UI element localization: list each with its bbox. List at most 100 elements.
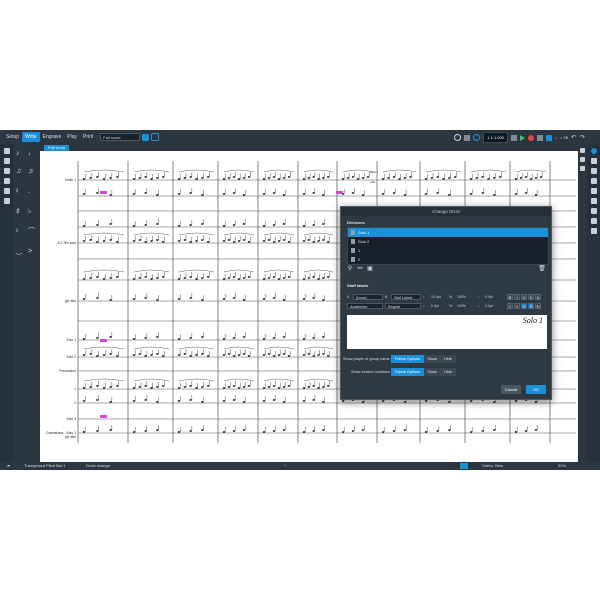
size-value[interactable]: 10.0pt <box>431 294 441 300</box>
bold-icon[interactable]: B <box>507 294 513 300</box>
properties-icon[interactable] <box>590 148 597 154</box>
rest-icon[interactable]: 𝄽 <box>16 188 18 195</box>
bars-icon[interactable] <box>590 228 597 234</box>
font-family-select-2[interactable]: Academico <box>347 303 383 309</box>
power-icon[interactable] <box>473 134 481 141</box>
section-follow-options-button[interactable]: Follow Options <box>391 368 424 376</box>
note-duration-icon[interactable]: ♪ <box>16 150 20 157</box>
ok-button[interactable]: OK <box>526 385 546 394</box>
align-left-icon[interactable]: ≡ <box>507 303 513 309</box>
left-toolbox <box>0 144 13 462</box>
accent-icon[interactable]: > <box>28 248 32 255</box>
holds-icon[interactable] <box>590 218 597 224</box>
select-tool-icon[interactable] <box>3 148 10 154</box>
offset-value[interactable]: 0.0pt <box>485 294 493 300</box>
layout-select[interactable]: Full score <box>100 133 141 141</box>
lock-icon[interactable] <box>3 198 10 204</box>
font-style-select[interactable]: Staff Labels <box>391 294 421 300</box>
note-duration-icon[interactable]: ♩ <box>28 150 35 157</box>
player-follow-options-button[interactable]: Follow Options <box>391 355 424 363</box>
slur-icon[interactable]: ‿ <box>16 248 22 255</box>
note-duration-icon[interactable]: ♫ <box>16 168 21 175</box>
size-value-2[interactable]: 0.0pt <box>431 303 439 309</box>
chord-icon[interactable] <box>3 168 10 174</box>
sharp-icon[interactable]: ♯ <box>16 208 20 215</box>
rewind-icon[interactable] <box>510 134 517 141</box>
insert-icon[interactable] <box>3 188 10 194</box>
natural-icon[interactable]: ♮ <box>16 228 19 235</box>
underline-icon[interactable]: U <box>521 294 527 300</box>
mode-engrave[interactable]: Engrave <box>40 132 65 142</box>
player-show-button[interactable]: Show <box>424 355 440 363</box>
lines-icon[interactable] <box>590 208 597 214</box>
align-right-icon[interactable]: ≡ <box>521 303 527 309</box>
cancel-button[interactable]: Cancel <box>501 385 521 394</box>
undo-icon[interactable]: ↶ <box>571 135 577 141</box>
text-icon[interactable] <box>590 198 597 204</box>
key-icon[interactable] <box>580 148 585 153</box>
section-show-button[interactable]: Show <box>424 368 440 376</box>
mode-play[interactable]: Play <box>64 132 80 142</box>
font-style-select-2[interactable]: Regular <box>385 303 421 309</box>
scale-value-2[interactable]: 100% <box>457 303 466 309</box>
pitch-status[interactable]: Transposed Pitch <box>24 462 55 470</box>
strike-icon[interactable]: S <box>528 294 534 300</box>
chevron-up-icon[interactable]: ^ <box>284 462 286 470</box>
merge-division-icon[interactable]: ▣ <box>366 266 374 273</box>
scale-value[interactable]: 100% <box>457 294 466 300</box>
tie-icon[interactable]: ⌒ <box>28 228 35 235</box>
marquee-icon[interactable] <box>3 178 10 184</box>
division-row[interactable]: 1 <box>348 246 548 255</box>
panels-icon[interactable] <box>142 133 150 141</box>
repeat-icon[interactable] <box>590 178 597 184</box>
add-division-icon[interactable]: ⚲ <box>346 266 354 273</box>
division-row[interactable]: Solo 1 <box>348 228 548 237</box>
tempo-panel-icon[interactable] <box>590 188 597 194</box>
dot-icon[interactable]: . <box>28 188 30 195</box>
record-icon[interactable] <box>527 134 534 141</box>
view-page-icon[interactable] <box>460 463 468 469</box>
ornament-icon[interactable] <box>590 168 597 174</box>
italic-icon[interactable]: I <box>514 294 520 300</box>
notehead <box>322 429 325 431</box>
mixer-icon[interactable] <box>464 134 471 141</box>
notehead <box>201 277 204 279</box>
zoom-status[interactable]: 90% <box>558 462 566 470</box>
offset-value-2[interactable]: 0.0pt <box>485 303 493 309</box>
flat-icon[interactable]: ♭ <box>28 208 31 215</box>
voice-icon[interactable]: ♪▾ <box>6 462 10 470</box>
top-toolbar: Setup Write Engrave Play Print Full scor… <box>0 130 600 144</box>
mode-write[interactable]: Write <box>22 132 40 142</box>
divisions-list[interactable]: Solo 1 Solo 2 1 2 <box>347 227 549 265</box>
font-family-select[interactable]: (None) <box>353 294 383 300</box>
rotate-icon[interactable]: ↻ <box>535 303 541 309</box>
note-duration-icon[interactable]: ♬ <box>28 168 35 175</box>
color-icon[interactable]: A <box>535 294 541 300</box>
notehead <box>272 399 276 401</box>
play-icon[interactable] <box>519 134 525 141</box>
division-row[interactable]: 2 <box>348 255 548 264</box>
redo-icon[interactable]: ↷ <box>580 135 586 141</box>
tempo-icon[interactable] <box>545 134 552 141</box>
dynamics-icon[interactable] <box>590 158 597 164</box>
player-hide-button[interactable]: Hide <box>440 355 456 363</box>
click-icon[interactable] <box>536 134 543 141</box>
gear-icon[interactable] <box>454 134 462 141</box>
note-input-icon[interactable] <box>3 158 10 164</box>
mode-print[interactable]: Print <box>80 132 96 142</box>
division-row[interactable]: Solo 2 <box>348 237 548 246</box>
split-division-icon[interactable]: ⚯ <box>356 266 364 273</box>
notehead <box>442 178 445 180</box>
notehead <box>312 297 315 299</box>
align-center-icon[interactable]: ≡ <box>514 303 520 309</box>
notehead <box>132 240 136 242</box>
layout-toggle-icon[interactable] <box>151 133 160 141</box>
align-justify-icon[interactable]: ≡ <box>528 303 534 309</box>
mode-setup[interactable]: Setup <box>3 132 22 142</box>
section-hide-button[interactable]: Hide <box>440 368 456 376</box>
time-signature-icon[interactable] <box>580 166 585 171</box>
view-mode-select[interactable]: Galley View <box>482 462 503 470</box>
notehead <box>232 224 236 226</box>
clef-icon[interactable] <box>580 157 585 162</box>
trash-icon[interactable]: 🗑 <box>538 266 546 273</box>
